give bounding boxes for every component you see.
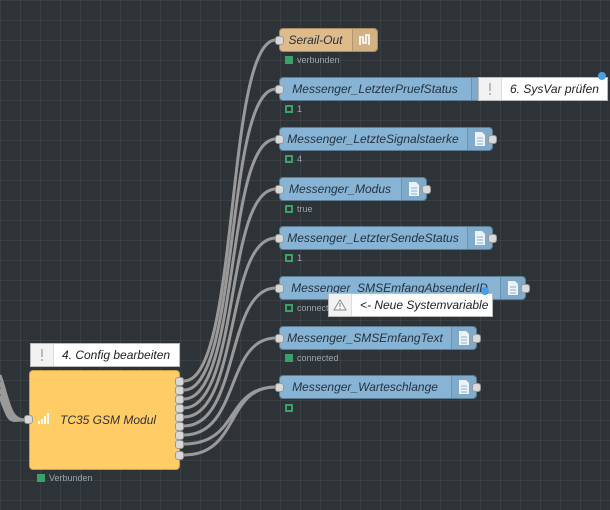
output-port[interactable] bbox=[521, 284, 530, 293]
gsm-output-port[interactable] bbox=[175, 431, 184, 440]
status-warteschlange bbox=[285, 403, 297, 413]
node-label: Serail-Out bbox=[288, 33, 343, 47]
status-ring-icon bbox=[285, 304, 293, 312]
gsm-output-port[interactable] bbox=[175, 413, 184, 422]
status-ring-icon bbox=[285, 254, 293, 262]
output-port[interactable] bbox=[422, 185, 431, 194]
wire[interactable] bbox=[183, 87, 277, 392]
gsm-output-port[interactable] bbox=[175, 377, 184, 386]
node-letzte-signalstaerke[interactable]: Messenger_LetzteSignalstaerke bbox=[279, 127, 493, 151]
input-port[interactable] bbox=[275, 185, 284, 194]
input-port[interactable] bbox=[275, 234, 284, 243]
input-port[interactable] bbox=[275, 334, 284, 343]
status-letzte-signalstaerke: 4 bbox=[285, 154, 302, 164]
comment-sysvar-pruefen[interactable]: 6. SysVar prüfen bbox=[478, 77, 608, 101]
node-modus[interactable]: Messenger_Modus bbox=[279, 177, 427, 201]
comment-neue-systemvariable[interactable]: <- Neue Systemvariable bbox=[328, 293, 493, 317]
status-ring-icon bbox=[285, 205, 293, 213]
status-letzter-sende-status: 1 bbox=[285, 253, 302, 263]
gsm-output-port[interactable] bbox=[175, 422, 184, 431]
comment-config-bearbeiten[interactable]: 4. Config bearbeiten bbox=[30, 343, 180, 367]
node-warteschlange[interactable]: Messenger_Warteschlange bbox=[279, 375, 477, 399]
gsm-output-port[interactable] bbox=[175, 386, 184, 395]
node-label: Messenger_SMSEmfangText bbox=[287, 331, 443, 345]
status-ring-icon bbox=[285, 404, 293, 412]
status-ring-icon bbox=[285, 155, 293, 163]
gsm-output-port[interactable] bbox=[175, 404, 184, 413]
signal-bars-icon bbox=[37, 411, 51, 425]
status-sms-empfang-text: connected bbox=[285, 353, 339, 363]
node-letzter-pruef-status[interactable]: Messenger_LetzterPruefStatus bbox=[279, 77, 497, 101]
node-serial-out[interactable]: Serail-Out bbox=[279, 28, 378, 52]
node-label: Messenger_LetzterSendeStatus bbox=[287, 231, 459, 245]
input-port[interactable] bbox=[275, 36, 284, 45]
changed-indicator bbox=[481, 287, 489, 295]
node-label: Messenger_LetzteSignalstaerke bbox=[287, 132, 459, 146]
input-port[interactable] bbox=[275, 383, 284, 392]
exclamation-icon bbox=[479, 78, 502, 100]
gsm-status: Verbunden bbox=[37, 473, 93, 483]
comment-text: <- Neue Systemvariable bbox=[360, 298, 489, 312]
warning-icon bbox=[329, 294, 352, 316]
gsm-node[interactable]: TC35 GSM Modul bbox=[29, 370, 180, 470]
status-dot-icon bbox=[285, 354, 293, 362]
status-dot-icon bbox=[285, 56, 293, 64]
serial-port-icon bbox=[352, 29, 377, 51]
status-modus: true bbox=[285, 204, 313, 214]
gsm-input-port[interactable] bbox=[24, 415, 33, 424]
status-letzter-pruef-status: 1 bbox=[285, 104, 302, 114]
input-port[interactable] bbox=[275, 85, 284, 94]
node-label: Messenger_LetzterPruefStatus bbox=[292, 82, 458, 96]
gsm-output-port[interactable] bbox=[175, 395, 184, 404]
gsm-output-port[interactable] bbox=[175, 451, 184, 460]
node-letzter-sende-status[interactable]: Messenger_LetzterSendeStatus bbox=[279, 226, 493, 250]
changed-indicator bbox=[598, 72, 606, 80]
node-label: Messenger_Modus bbox=[288, 182, 392, 196]
output-port[interactable] bbox=[472, 383, 481, 392]
gsm-node-label: TC35 GSM Modul bbox=[60, 413, 157, 427]
status-dot-icon bbox=[37, 474, 45, 482]
output-port[interactable] bbox=[488, 234, 497, 243]
gsm-output-port[interactable] bbox=[175, 440, 184, 449]
comment-text: 4. Config bearbeiten bbox=[62, 348, 171, 362]
status-serial-out: verbunden bbox=[285, 55, 340, 65]
comment-text: 6. SysVar prüfen bbox=[510, 82, 599, 96]
node-sms-empfang-text[interactable]: Messenger_SMSEmfangText bbox=[279, 326, 477, 350]
output-port[interactable] bbox=[488, 135, 497, 144]
output-port[interactable] bbox=[472, 334, 481, 343]
input-port[interactable] bbox=[275, 284, 284, 293]
wire[interactable] bbox=[183, 385, 277, 446]
exclamation-icon bbox=[31, 344, 54, 366]
status-ring-icon bbox=[285, 105, 293, 113]
node-label: Messenger_Warteschlange bbox=[292, 380, 438, 394]
input-port[interactable] bbox=[275, 135, 284, 144]
